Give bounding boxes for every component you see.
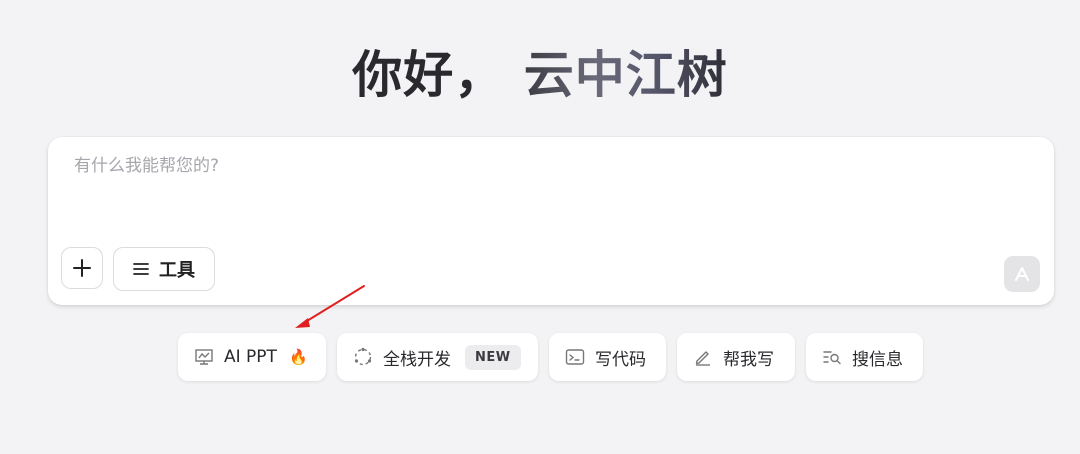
tools-label: 工具	[159, 260, 195, 281]
menu-icon	[133, 263, 149, 275]
chip-label: 写代码	[595, 349, 646, 370]
chip-ai-ppt[interactable]: AI PPT 🔥	[178, 333, 326, 381]
add-attachment-button[interactable]	[61, 247, 103, 289]
chip-help-write[interactable]: 帮我写	[677, 333, 795, 381]
send-button[interactable]	[1004, 256, 1040, 292]
quick-action-chips: AI PPT 🔥 全栈开发 NEW 写代码 帮我写 搜信息	[0, 333, 1080, 381]
chip-label: 帮我写	[723, 349, 774, 370]
chip-fullstack-dev[interactable]: 全栈开发 NEW	[337, 333, 538, 381]
tools-button[interactable]: 工具	[113, 247, 215, 291]
search-list-icon	[823, 351, 841, 365]
new-badge: NEW	[465, 344, 521, 370]
chat-composer: 工具	[48, 137, 1054, 305]
fire-icon: 🔥	[288, 348, 308, 366]
chip-label: AI PPT	[224, 347, 277, 367]
greeting-username: 云中江树	[523, 46, 728, 104]
dotted-circle-icon	[354, 347, 372, 366]
send-arrow-icon	[1015, 267, 1029, 281]
greeting-hello: 你好，	[352, 46, 506, 104]
annotation-arrow	[295, 285, 365, 328]
terminal-icon	[565, 349, 585, 365]
chat-input[interactable]	[72, 155, 976, 177]
pen-icon	[695, 351, 710, 366]
chip-search-info[interactable]: 搜信息	[806, 333, 923, 381]
chip-label: 搜信息	[852, 349, 903, 370]
presentation-chart-icon	[195, 349, 213, 365]
greeting-title: 你好， 云中江树	[0, 40, 1080, 110]
chip-write-code[interactable]: 写代码	[549, 333, 666, 381]
chip-label: 全栈开发	[383, 349, 451, 370]
plus-icon	[73, 259, 91, 277]
